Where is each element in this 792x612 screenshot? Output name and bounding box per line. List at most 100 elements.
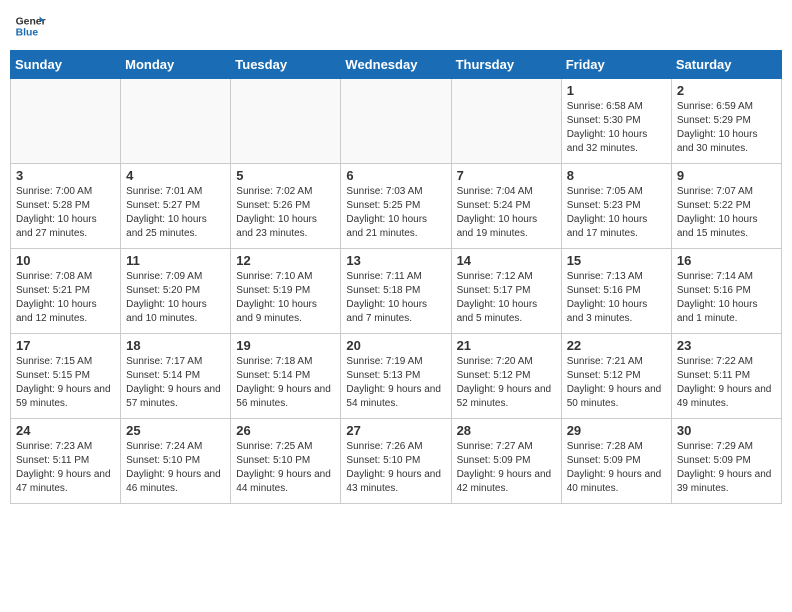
day-number: 3 <box>16 168 115 183</box>
week-row-4: 24 Sunrise: 7:23 AM Sunset: 5:11 PM Dayli… <box>11 419 782 504</box>
calendar-body: 1 Sunrise: 6:58 AM Sunset: 5:30 PM Daylig… <box>11 79 782 504</box>
day-info: Sunrise: 7:21 AM Sunset: 5:12 PM Dayligh… <box>567 355 666 411</box>
calendar-cell: 23 Sunrise: 7:22 AM Sunset: 5:11 PM Dayli… <box>671 334 781 419</box>
day-number: 17 <box>16 338 115 353</box>
day-number: 11 <box>126 253 225 268</box>
day-info: Sunrise: 7:24 AM Sunset: 5:10 PM Dayligh… <box>126 440 225 496</box>
calendar-cell: 6 Sunrise: 7:03 AM Sunset: 5:25 PM Daylig… <box>341 164 451 249</box>
day-number: 24 <box>16 423 115 438</box>
day-number: 26 <box>236 423 335 438</box>
day-info: Sunrise: 7:12 AM Sunset: 5:17 PM Dayligh… <box>457 270 556 326</box>
calendar-cell: 3 Sunrise: 7:00 AM Sunset: 5:28 PM Daylig… <box>11 164 121 249</box>
day-number: 6 <box>346 168 445 183</box>
day-info: Sunrise: 7:02 AM Sunset: 5:26 PM Dayligh… <box>236 185 335 241</box>
day-info: Sunrise: 7:07 AM Sunset: 5:22 PM Dayligh… <box>677 185 776 241</box>
calendar-cell: 7 Sunrise: 7:04 AM Sunset: 5:24 PM Daylig… <box>451 164 561 249</box>
svg-text:General: General <box>16 16 46 27</box>
day-number: 7 <box>457 168 556 183</box>
day-info: Sunrise: 7:13 AM Sunset: 5:16 PM Dayligh… <box>567 270 666 326</box>
logo: General Blue <box>14 10 46 42</box>
day-info: Sunrise: 7:19 AM Sunset: 5:13 PM Dayligh… <box>346 355 445 411</box>
calendar-cell: 28Sunrise: 7:27 AM Sunset: 5:09 PM Dayli… <box>451 419 561 504</box>
calendar-cell: 1 Sunrise: 6:58 AM Sunset: 5:30 PM Daylig… <box>561 79 671 164</box>
svg-text:Blue: Blue <box>16 28 39 39</box>
calendar-cell: 27 Sunrise: 7:26 AM Sunset: 5:10 PM Dayli… <box>341 419 451 504</box>
weekday-monday: Monday <box>121 51 231 79</box>
calendar-cell: 13Sunrise: 7:11 AM Sunset: 5:18 PM Dayli… <box>341 249 451 334</box>
day-info: Sunrise: 7:28 AM Sunset: 5:09 PM Dayligh… <box>567 440 666 496</box>
day-number: 28 <box>457 423 556 438</box>
day-number: 22 <box>567 338 666 353</box>
calendar-cell: 10 Sunrise: 7:08 AM Sunset: 5:21 PM Dayli… <box>11 249 121 334</box>
day-number: 18 <box>126 338 225 353</box>
day-number: 27 <box>346 423 445 438</box>
day-info: Sunrise: 6:58 AM Sunset: 5:30 PM Dayligh… <box>567 100 666 156</box>
day-info: Sunrise: 7:17 AM Sunset: 5:14 PM Dayligh… <box>126 355 225 411</box>
day-number: 4 <box>126 168 225 183</box>
calendar-cell: 15 Sunrise: 7:13 AM Sunset: 5:16 PM Dayli… <box>561 249 671 334</box>
day-info: Sunrise: 7:22 AM Sunset: 5:11 PM Dayligh… <box>677 355 776 411</box>
day-number: 9 <box>677 168 776 183</box>
calendar-cell: 2 Sunrise: 6:59 AM Sunset: 5:29 PM Daylig… <box>671 79 781 164</box>
day-info: Sunrise: 7:10 AM Sunset: 5:19 PM Dayligh… <box>236 270 335 326</box>
week-row-3: 17 Sunrise: 7:15 AM Sunset: 5:15 PM Dayli… <box>11 334 782 419</box>
calendar-cell: 21 Sunrise: 7:20 AM Sunset: 5:12 PM Dayli… <box>451 334 561 419</box>
weekday-wednesday: Wednesday <box>341 51 451 79</box>
day-info: Sunrise: 7:03 AM Sunset: 5:25 PM Dayligh… <box>346 185 445 241</box>
calendar-cell: 4Sunrise: 7:01 AM Sunset: 5:27 PM Daylig… <box>121 164 231 249</box>
day-number: 5 <box>236 168 335 183</box>
logo-icon: General Blue <box>14 10 46 42</box>
calendar-cell <box>121 79 231 164</box>
day-info: Sunrise: 7:23 AM Sunset: 5:11 PM Dayligh… <box>16 440 115 496</box>
day-info: Sunrise: 6:59 AM Sunset: 5:29 PM Dayligh… <box>677 100 776 156</box>
calendar-cell <box>231 79 341 164</box>
calendar-cell: 8 Sunrise: 7:05 AM Sunset: 5:23 PM Daylig… <box>561 164 671 249</box>
calendar-cell: 12 Sunrise: 7:10 AM Sunset: 5:19 PM Dayli… <box>231 249 341 334</box>
weekday-thursday: Thursday <box>451 51 561 79</box>
day-number: 1 <box>567 83 666 98</box>
calendar-cell: 24 Sunrise: 7:23 AM Sunset: 5:11 PM Dayli… <box>11 419 121 504</box>
day-number: 15 <box>567 253 666 268</box>
day-number: 8 <box>567 168 666 183</box>
weekday-sunday: Sunday <box>11 51 121 79</box>
day-number: 14 <box>457 253 556 268</box>
day-number: 25 <box>126 423 225 438</box>
calendar-cell <box>451 79 561 164</box>
day-number: 19 <box>236 338 335 353</box>
calendar-cell: 25 Sunrise: 7:24 AM Sunset: 5:10 PM Dayli… <box>121 419 231 504</box>
day-number: 29 <box>567 423 666 438</box>
day-info: Sunrise: 7:09 AM Sunset: 5:20 PM Dayligh… <box>126 270 225 326</box>
day-number: 23 <box>677 338 776 353</box>
day-number: 2 <box>677 83 776 98</box>
day-info: Sunrise: 7:25 AM Sunset: 5:10 PM Dayligh… <box>236 440 335 496</box>
calendar-table: SundayMondayTuesdayWednesdayThursdayFrid… <box>10 50 782 504</box>
calendar-cell: 14 Sunrise: 7:12 AM Sunset: 5:17 PM Dayli… <box>451 249 561 334</box>
weekday-saturday: Saturday <box>671 51 781 79</box>
day-info: Sunrise: 7:29 AM Sunset: 5:09 PM Dayligh… <box>677 440 776 496</box>
calendar-cell: 22 Sunrise: 7:21 AM Sunset: 5:12 PM Dayli… <box>561 334 671 419</box>
calendar-cell: 18 Sunrise: 7:17 AM Sunset: 5:14 PM Dayli… <box>121 334 231 419</box>
week-row-0: 1 Sunrise: 6:58 AM Sunset: 5:30 PM Daylig… <box>11 79 782 164</box>
day-info: Sunrise: 7:04 AM Sunset: 5:24 PM Dayligh… <box>457 185 556 241</box>
day-info: Sunrise: 7:11 AM Sunset: 5:18 PM Dayligh… <box>346 270 445 326</box>
day-number: 20 <box>346 338 445 353</box>
calendar-cell: 20 Sunrise: 7:19 AM Sunset: 5:13 PM Dayli… <box>341 334 451 419</box>
week-row-2: 10 Sunrise: 7:08 AM Sunset: 5:21 PM Dayli… <box>11 249 782 334</box>
day-info: Sunrise: 7:05 AM Sunset: 5:23 PM Dayligh… <box>567 185 666 241</box>
calendar-cell: 5 Sunrise: 7:02 AM Sunset: 5:26 PM Daylig… <box>231 164 341 249</box>
day-number: 10 <box>16 253 115 268</box>
day-info: Sunrise: 7:15 AM Sunset: 5:15 PM Dayligh… <box>16 355 115 411</box>
day-number: 21 <box>457 338 556 353</box>
day-info: Sunrise: 7:26 AM Sunset: 5:10 PM Dayligh… <box>346 440 445 496</box>
day-info: Sunrise: 7:00 AM Sunset: 5:28 PM Dayligh… <box>16 185 115 241</box>
calendar-cell: 26 Sunrise: 7:25 AM Sunset: 5:10 PM Dayli… <box>231 419 341 504</box>
calendar-cell: 29 Sunrise: 7:28 AM Sunset: 5:09 PM Dayli… <box>561 419 671 504</box>
weekday-header-row: SundayMondayTuesdayWednesdayThursdayFrid… <box>11 51 782 79</box>
weekday-tuesday: Tuesday <box>231 51 341 79</box>
day-info: Sunrise: 7:20 AM Sunset: 5:12 PM Dayligh… <box>457 355 556 411</box>
week-row-1: 3 Sunrise: 7:00 AM Sunset: 5:28 PM Daylig… <box>11 164 782 249</box>
calendar-cell: 17 Sunrise: 7:15 AM Sunset: 5:15 PM Dayli… <box>11 334 121 419</box>
day-info: Sunrise: 7:08 AM Sunset: 5:21 PM Dayligh… <box>16 270 115 326</box>
calendar-cell <box>341 79 451 164</box>
day-number: 12 <box>236 253 335 268</box>
